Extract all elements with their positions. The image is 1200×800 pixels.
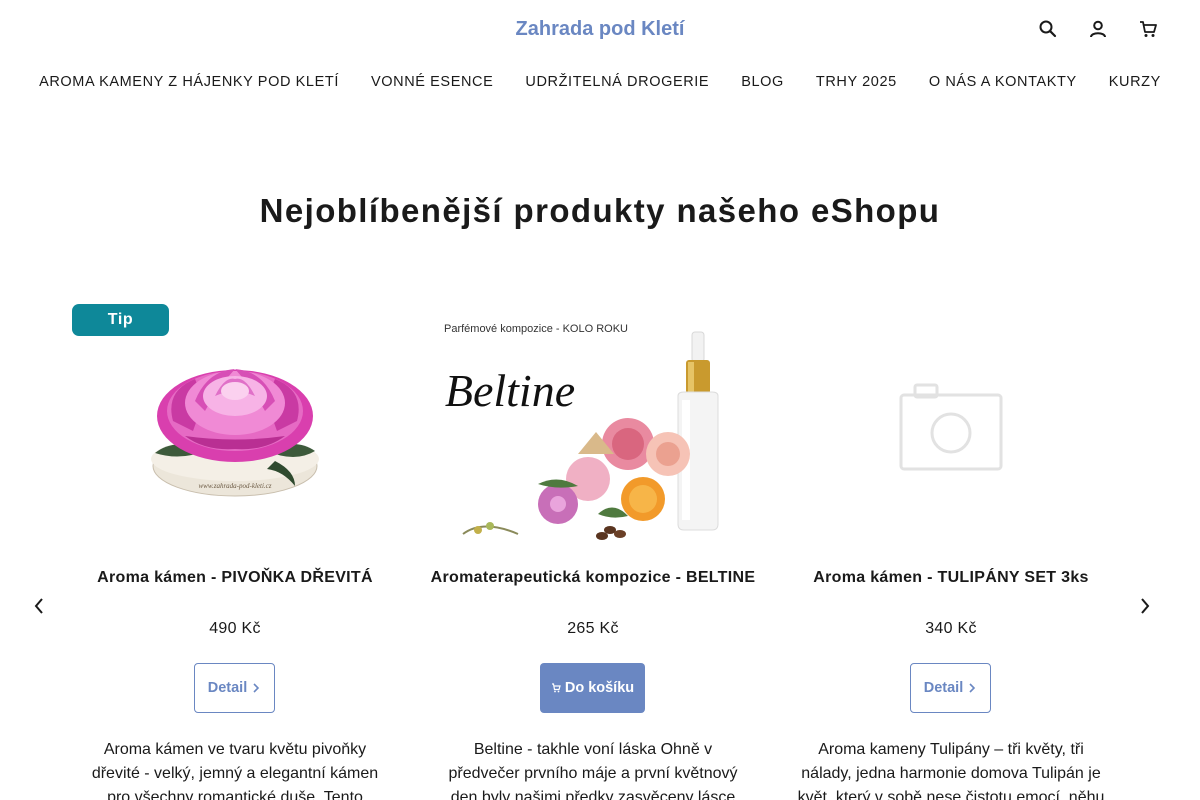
tip-badge: Tip [72, 304, 169, 336]
add-to-cart-button[interactable]: Do košíku [540, 663, 645, 713]
product-price: 265 Kč [567, 620, 619, 637]
chevron-right-icon [969, 683, 976, 693]
nav-item-udrzitelna-drogerie[interactable]: UDRŽITELNÁ DROGERIE [509, 72, 725, 92]
nav-item-trhy[interactable]: TRHY 2025 [800, 72, 913, 92]
product-description: Beltine - takhle voní láska Ohně v předv… [448, 741, 738, 800]
site-header: Zahrada pod Kletí [0, 0, 1200, 60]
user-icon[interactable] [1086, 18, 1110, 40]
product-title[interactable]: Aroma kámen - TULIPÁNY SET 3ks [786, 566, 1116, 590]
chevron-right-icon [253, 683, 260, 693]
search-icon[interactable] [1036, 18, 1060, 40]
product-description: Aroma kameny Tulipány – tři květy, tři n… [797, 741, 1105, 800]
product-image-peony[interactable]: www.zahrada-pod-kleti.cz [70, 304, 400, 548]
nav-item-kurzy[interactable]: KURZY [1093, 72, 1177, 92]
image-script-text: Beltine [445, 365, 575, 416]
nav-item-vonne-esence[interactable]: VONNÉ ESENCE [355, 72, 509, 92]
detail-button-label: Detail [923, 680, 964, 696]
detail-button[interactable]: Detail [910, 663, 991, 713]
product-image-placeholder[interactable] [786, 304, 1116, 548]
product-title[interactable]: Aromaterapeutická kompozice - BELTINE [428, 566, 758, 590]
cart-icon [551, 683, 561, 693]
detail-button-label: Detail [207, 680, 248, 696]
nav-item-blog[interactable]: BLOG [725, 72, 800, 92]
product-image-beltine[interactable]: Parfémové kompozice - KOLO ROKU Beltine [428, 304, 758, 548]
carousel-next-arrow[interactable] [1135, 596, 1155, 616]
product-title[interactable]: Aroma kámen - PIVOŇKA DŘEVITÁ [70, 566, 400, 590]
cart-icon[interactable] [1136, 18, 1160, 40]
product-price: 490 Kč [209, 620, 261, 637]
stone-engraving: www.zahrada-pod-kleti.cz [199, 482, 272, 490]
product-card: Aroma kámen - TULIPÁNY SET 3ks 340 Kč De… [786, 304, 1116, 800]
nav-item-aroma-kameny[interactable]: AROMA KAMENY Z HÁJENKY POD KLETÍ [23, 72, 355, 92]
header-icons [1036, 18, 1160, 40]
product-card: Parfémové kompozice - KOLO ROKU Beltine [428, 304, 758, 800]
product-description: Aroma kámen ve tvaru květu pivoňky dřevi… [91, 741, 379, 800]
product-card: Tip www.zahrada-pod-kleti.cz Aroma kámen… [70, 304, 400, 800]
main-nav: AROMA KAMENY Z HÁJENKY POD KLETÍ VONNÉ E… [0, 72, 1200, 92]
add-to-cart-label: Do košíku [564, 680, 635, 696]
detail-button[interactable]: Detail [194, 663, 275, 713]
product-price: 340 Kč [925, 620, 977, 637]
camera-placeholder-icon [899, 383, 1003, 471]
carousel-prev-arrow[interactable] [29, 596, 49, 616]
nav-item-o-nas[interactable]: O NÁS A KONTAKTY [913, 72, 1093, 92]
image-caption: Parfémové kompozice - KOLO ROKU [444, 323, 628, 335]
section-title: Nejoblíbenější produkty našeho eShopu [259, 192, 941, 229]
site-title[interactable]: Zahrada pod Kletí [0, 18, 1200, 41]
